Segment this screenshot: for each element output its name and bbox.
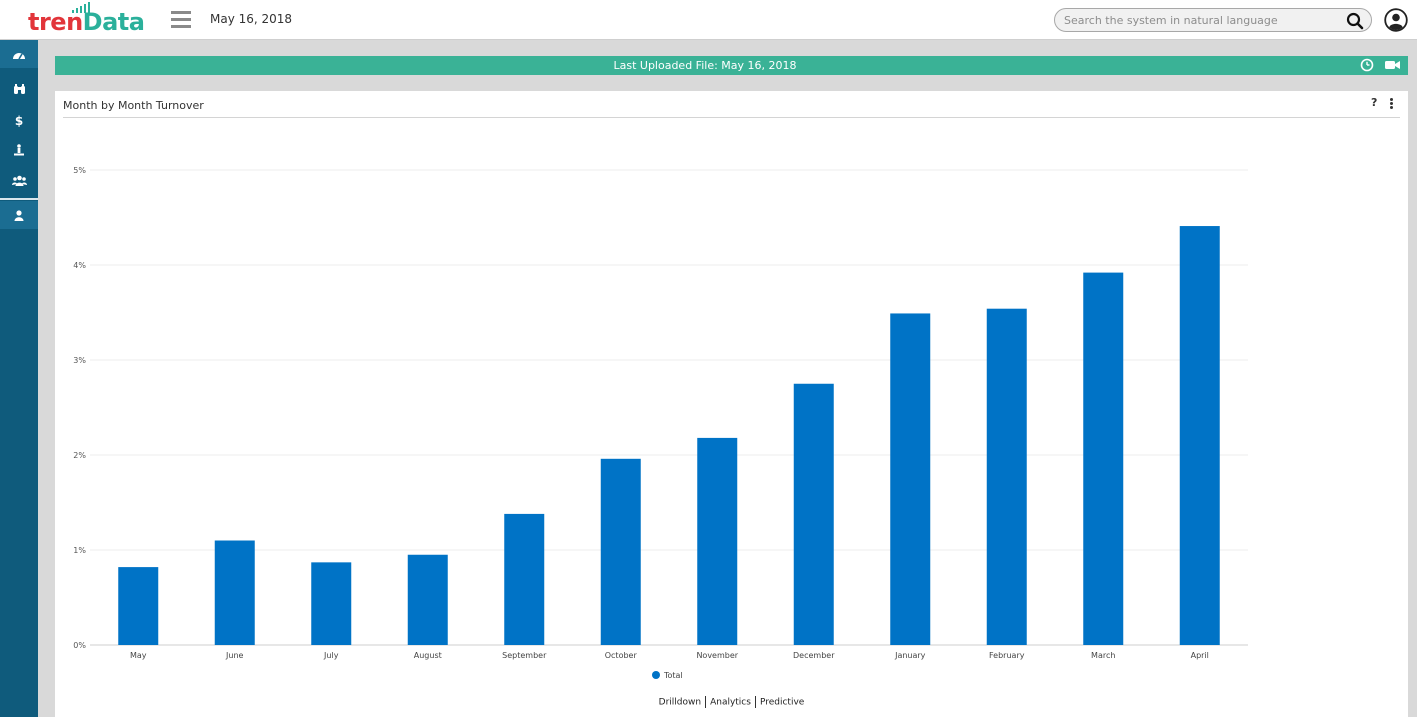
drilldown-link[interactable]: Drilldown bbox=[659, 698, 701, 708]
y-tick-label: 0% bbox=[73, 641, 86, 650]
x-tick-label: September bbox=[502, 651, 547, 660]
trendata-logo[interactable]: trenData bbox=[28, 2, 145, 38]
analysis-links: Drilldown Analytics Predictive bbox=[55, 696, 1408, 708]
y-tick-label: 2% bbox=[73, 451, 86, 460]
bar bbox=[214, 540, 255, 645]
binoculars-icon bbox=[13, 83, 25, 94]
bar bbox=[407, 554, 448, 645]
x-tick-label: October bbox=[605, 651, 638, 660]
x-tick-label: December bbox=[793, 651, 835, 660]
sidebar-item-wellness[interactable] bbox=[0, 136, 38, 164]
x-tick-label: February bbox=[989, 651, 1025, 660]
x-tick-label: January bbox=[894, 651, 926, 660]
sidebar-item-dashboard[interactable] bbox=[0, 40, 38, 68]
bar bbox=[793, 383, 834, 645]
user-profile-icon[interactable] bbox=[1384, 8, 1408, 32]
sidebar-item-profile[interactable] bbox=[0, 201, 38, 229]
bar bbox=[504, 513, 545, 645]
y-tick-label: 4% bbox=[73, 261, 86, 270]
y-tick-label: 5% bbox=[73, 166, 86, 175]
logo-text: trenData bbox=[28, 8, 145, 36]
bar bbox=[697, 437, 738, 645]
bar bbox=[986, 308, 1027, 645]
link-separator bbox=[754, 696, 756, 708]
header-date: May 16, 2018 bbox=[210, 12, 293, 26]
legend-marker bbox=[652, 671, 660, 679]
logo-text-part2: Data bbox=[82, 8, 145, 36]
sidebar-divider bbox=[0, 198, 38, 200]
bar bbox=[1083, 272, 1124, 645]
menu-toggle-icon[interactable] bbox=[171, 11, 191, 28]
y-tick-label: 1% bbox=[73, 546, 86, 555]
bar bbox=[311, 562, 352, 645]
y-tick-label: 3% bbox=[73, 356, 86, 365]
clock-icon[interactable] bbox=[1360, 58, 1374, 72]
search-bar[interactable] bbox=[1054, 8, 1372, 32]
user-icon bbox=[14, 209, 24, 221]
x-tick-label: April bbox=[1191, 651, 1209, 660]
bar bbox=[890, 313, 931, 645]
banner-text: Last Uploaded File: May 16, 2018 bbox=[613, 59, 797, 72]
svg-text:$: $ bbox=[15, 114, 23, 127]
x-tick-label: August bbox=[414, 651, 442, 660]
sidebar: $ bbox=[0, 40, 38, 717]
search-icon[interactable] bbox=[1346, 12, 1364, 30]
x-tick-label: March bbox=[1091, 651, 1115, 660]
sidebar-item-finance[interactable]: $ bbox=[0, 106, 38, 134]
person-stand-icon bbox=[14, 144, 24, 156]
x-tick-label: May bbox=[130, 651, 147, 660]
logo-text-part1: tren bbox=[28, 8, 83, 36]
legend-label: Total bbox=[663, 671, 683, 680]
sidebar-item-teams[interactable] bbox=[0, 166, 38, 194]
bar bbox=[600, 458, 641, 645]
bar bbox=[1179, 226, 1220, 646]
video-camera-icon[interactable] bbox=[1385, 59, 1401, 71]
top-header: trenData May 16, 2018 bbox=[0, 0, 1417, 40]
turnover-bar-chart: 0% 1% 2% 3% 4% 5% May June July August September Oc… bbox=[73, 166, 1248, 680]
analytics-link[interactable]: Analytics bbox=[710, 698, 751, 708]
dashboard-icon bbox=[13, 52, 25, 59]
turnover-chart-panel: Month by Month Turnover ? 0% 1% 2% 3% 4% 5% Ma… bbox=[55, 91, 1408, 717]
predictive-link[interactable]: Predictive bbox=[760, 698, 804, 708]
sidebar-item-explore[interactable] bbox=[0, 75, 38, 103]
users-icon bbox=[11, 175, 27, 186]
x-tick-label: July bbox=[323, 651, 339, 660]
search-input[interactable] bbox=[1064, 12, 1334, 29]
last-upload-banner: Last Uploaded File: May 16, 2018 bbox=[55, 56, 1408, 75]
dollar-icon: $ bbox=[15, 114, 23, 127]
x-tick-label: November bbox=[696, 651, 738, 660]
link-separator bbox=[705, 696, 707, 708]
bar bbox=[118, 567, 159, 645]
x-tick-label: June bbox=[225, 651, 244, 660]
